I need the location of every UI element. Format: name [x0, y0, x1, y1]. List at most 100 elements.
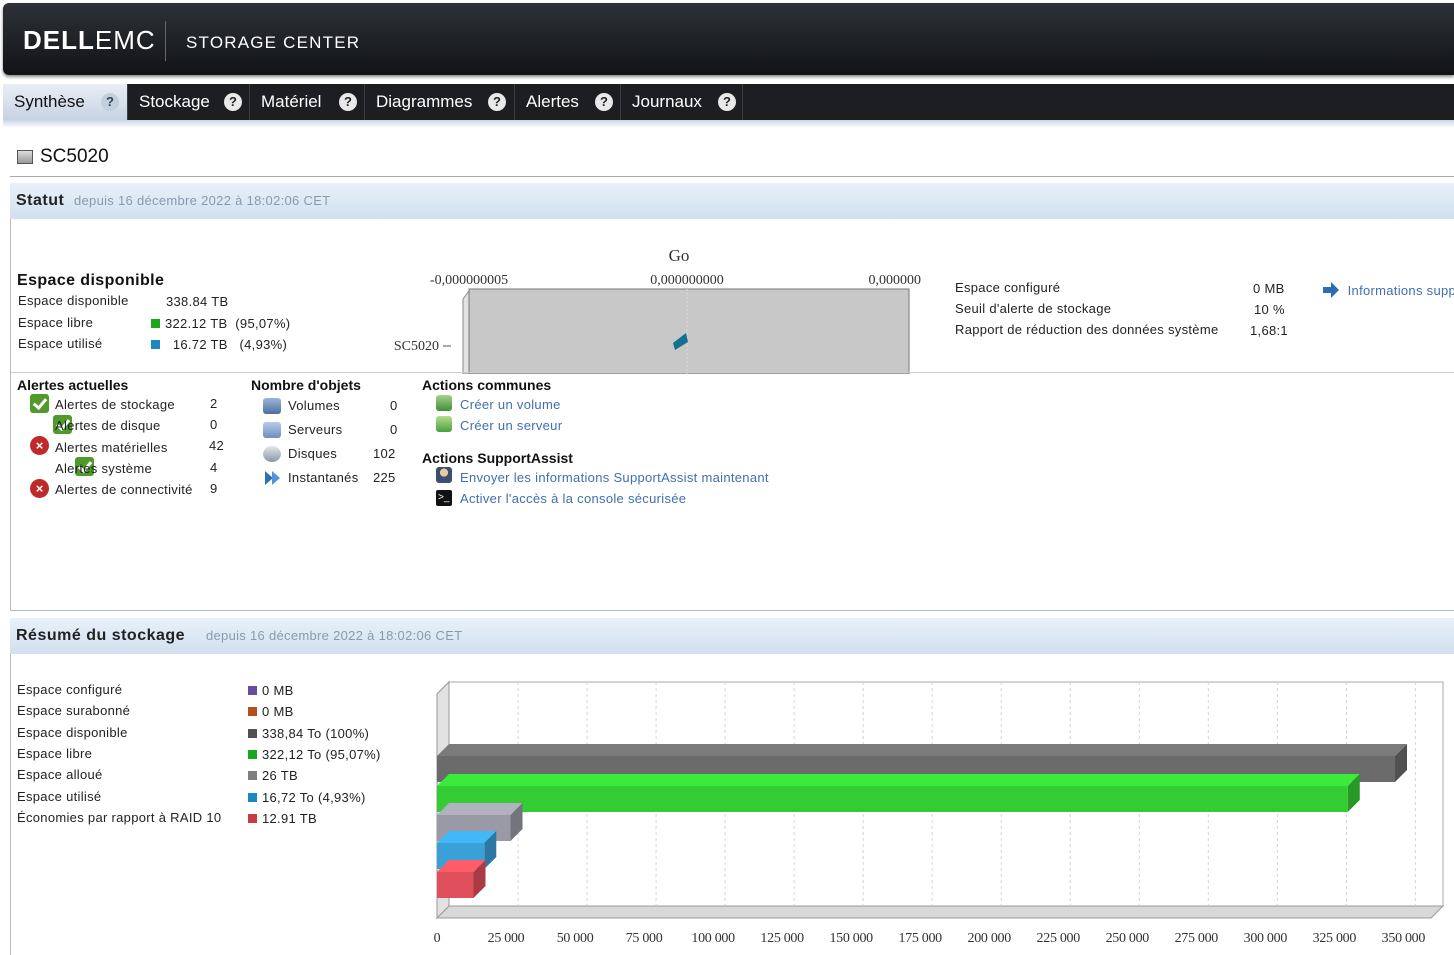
section-title: Résumé du stockage: [16, 627, 186, 644]
space-gauge-chart: Go -0,000000005 0,000000000 0,000000 SC5…: [394, 246, 922, 374]
error-x-icon: ×: [30, 479, 49, 498]
tab-label: Synthèse: [14, 92, 85, 111]
snapshot-icon: [265, 471, 280, 485]
config-label: Seuil d'alerte de stockage: [955, 301, 1112, 316]
create-server-link[interactable]: Créer un serveur: [460, 418, 562, 433]
volume-icon: [263, 398, 281, 414]
bar-top-face: [437, 774, 1360, 786]
status-panel: Espace disponible Espace disponible 338.…: [10, 219, 1454, 611]
legend-label: Espace utilisé: [17, 788, 102, 804]
gauge-plot-depth: [462, 289, 470, 374]
free-swatch: [151, 319, 160, 328]
legend-label: Espace disponible: [17, 724, 128, 740]
tab-diagrammes[interactable]: Diagrammes ?: [365, 84, 515, 120]
object-link-volumes[interactable]: Volumes: [288, 398, 340, 413]
legend-value: 322,12 To (95,07%): [248, 747, 381, 762]
x-tick-label: 250 000: [1106, 931, 1150, 946]
x-tick-label: 200 000: [968, 931, 1012, 946]
tab-label: Journaux: [632, 92, 702, 111]
legend-value: 26 TB: [248, 768, 298, 783]
help-icon[interactable]: ?: [224, 93, 242, 111]
help-icon[interactable]: ?: [718, 93, 736, 111]
legend-swatch: [248, 813, 257, 823]
section-timestamp: depuis 16 décembre 2022 à 18:02:06 CET: [206, 628, 463, 643]
arrow-right-icon: [1323, 282, 1339, 298]
space-label: Espace libre: [18, 315, 94, 330]
legend-swatch: [248, 771, 257, 781]
legend-value: 12.91 TB: [248, 811, 317, 826]
status-section-header: Statut depuis 16 décembre 2022 à 18:02:0…: [10, 183, 1454, 219]
page-title: SC5020: [17, 146, 109, 168]
tab-shadow: [3, 120, 1454, 128]
alert-link-storage[interactable]: Alertes de stockage: [55, 397, 175, 412]
x-tick-label: 175 000: [898, 931, 942, 946]
alert-link-connectivity[interactable]: Alertes de connectivité: [55, 482, 193, 497]
legend-label: Économies par rapport à RAID 10: [17, 809, 222, 825]
x-tick-label: 225 000: [1037, 931, 1081, 946]
alert-link-system[interactable]: Alertes système: [55, 461, 152, 476]
tab-materiel[interactable]: Matériel ?: [250, 84, 365, 120]
tab-stockage[interactable]: Stockage ?: [128, 84, 250, 120]
alert-count: 2: [210, 396, 218, 411]
config-label: Espace configuré: [955, 280, 1061, 295]
storage-summary-panel: Espace configuré 0 MB Espace surabonné 0 MB…: [10, 654, 1454, 955]
space-free-value: 322.12 TB (95,07%): [151, 316, 290, 331]
app-header: DELLEMC STORAGE CENTER: [3, 3, 1454, 75]
object-link-disks[interactable]: Disques: [288, 446, 337, 461]
alert-count: 4: [210, 460, 218, 475]
storage-system-icon: [17, 150, 33, 164]
object-link-servers[interactable]: Serveurs: [288, 422, 342, 437]
space-title: Espace disponible: [17, 272, 165, 289]
used-swatch: [151, 340, 160, 349]
bar-1: [437, 774, 1360, 812]
bar-front-face: [437, 786, 1348, 812]
error-x-icon: ×: [30, 436, 49, 455]
header-divider: [165, 21, 166, 61]
create-server-icon: [436, 416, 452, 432]
help-icon[interactable]: ?: [488, 93, 506, 111]
x-tick-label: 100 000: [691, 931, 735, 946]
x-tick-label: 275 000: [1175, 931, 1219, 946]
tab-alertes[interactable]: Alertes ?: [515, 84, 621, 120]
info-link-text: Informations supp: [1347, 283, 1454, 298]
server-icon: [263, 422, 281, 438]
create-volume-link[interactable]: Créer un volume: [460, 397, 561, 412]
legend-label: Espace configuré: [17, 682, 123, 697]
help-icon[interactable]: ?: [339, 93, 357, 111]
legend-label: Espace alloué: [17, 767, 103, 783]
legend-value: 338,84 To (100%): [248, 726, 369, 741]
tab-journaux[interactable]: Journaux ?: [621, 84, 743, 120]
x-tick-label: 125 000: [760, 931, 804, 946]
help-icon[interactable]: ?: [595, 93, 613, 111]
send-supportassist-link[interactable]: Envoyer les informations SupportAssist m…: [460, 470, 769, 485]
object-count: 225: [373, 470, 396, 485]
tab-label: Stockage: [139, 92, 210, 111]
object-count: 102: [373, 446, 396, 461]
x-tick-label: 0: [434, 931, 441, 946]
alert-link-disk[interactable]: Alertes de disque: [55, 418, 161, 433]
x-tick-label: 150 000: [829, 931, 873, 946]
legend-swatch: [248, 686, 257, 695]
info-support-link[interactable]: Informations supp: [1323, 282, 1454, 298]
storage-summary-bar-chart: 0 25 000 50 000 75 000 100 000 125 000 150 000…: [434, 680, 1445, 946]
bar-front-face: [437, 872, 474, 898]
bar-top-face: [437, 803, 523, 815]
object-link-snapshots[interactable]: Instantanés: [288, 470, 359, 485]
dell-emc-logo: DELLEMC: [23, 25, 156, 55]
create-volume-icon: [436, 395, 452, 411]
gauge-tick: 0,000000: [869, 273, 922, 288]
alert-count: 0: [210, 417, 218, 432]
help-icon[interactable]: ?: [101, 93, 119, 111]
product-name: STORAGE CENTER: [186, 33, 361, 52]
legend-swatch: [248, 728, 257, 738]
config-value: 1,68:1: [1250, 323, 1288, 338]
section-title: Statut: [16, 192, 65, 209]
tab-synthese[interactable]: Synthèse ?: [3, 84, 128, 120]
alert-link-hardware[interactable]: Alertes matérielles: [55, 440, 168, 455]
secure-console-link[interactable]: Activer l'accès à la console sécurisée: [460, 491, 686, 506]
common-actions-title: Actions communes: [422, 377, 552, 393]
tab-label: Matériel: [261, 92, 322, 111]
objects-title: Nombre d'objets: [251, 377, 361, 393]
config-value: 10 %: [1254, 302, 1285, 317]
x-tick-label: 300 000: [1244, 931, 1288, 946]
